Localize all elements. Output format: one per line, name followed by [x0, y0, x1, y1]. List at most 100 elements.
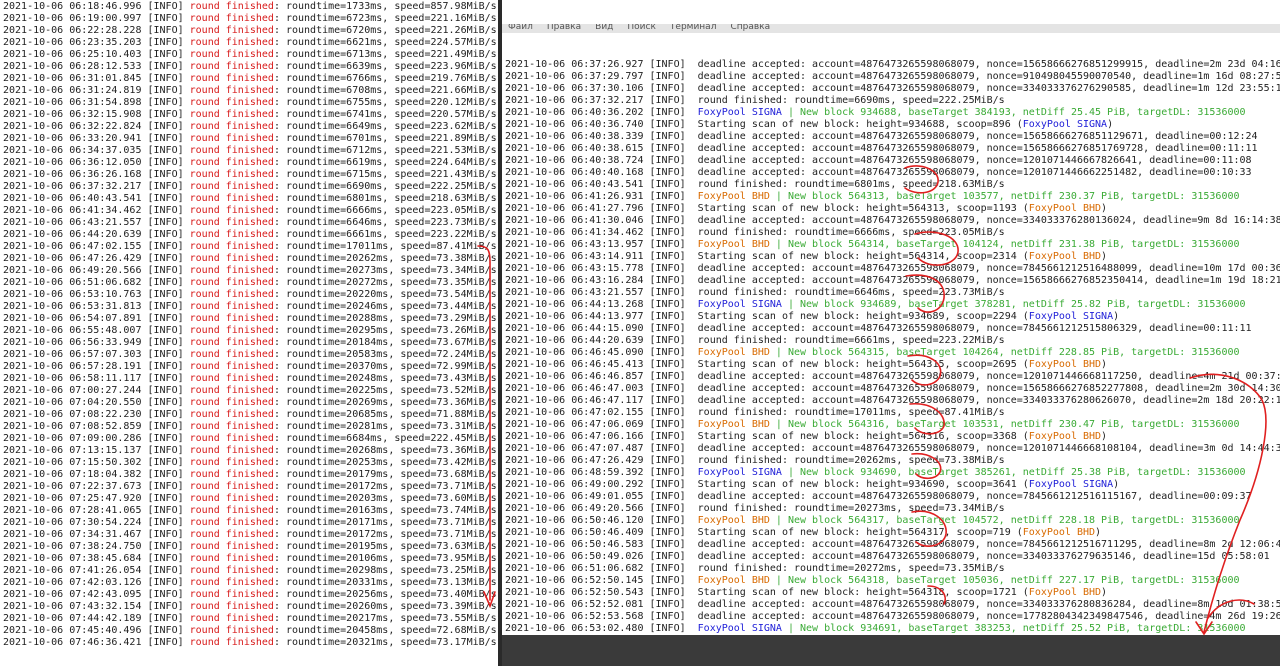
- pool-name: FoxyPool BHD: [697, 347, 770, 358]
- right-terminal-window[interactable]: Файл Правка Вид Поиск Терминал Справка 2021-1…: [502, 0, 1280, 635]
- log-line: 2021-10-06 06:44:20.639 [INFO] round fin…: [505, 335, 1280, 347]
- log-line: 2021-10-06 06:33:20.941 [INFO] round fin…: [3, 133, 498, 145]
- round-finished-label: round finished: [189, 289, 274, 300]
- log-details: : roundtime=20583ms, speed=72.24MiB/s: [273, 349, 497, 360]
- round-finished-label: round finished: [189, 541, 274, 552]
- round-finished-label: round finished: [189, 277, 274, 288]
- log-prefix: 2021-10-06 07:43:32.154 [INFO]: [3, 601, 190, 612]
- round-finished-label: round finished: [189, 433, 274, 444]
- round-finished-label: round finished: [189, 181, 274, 192]
- new-block-info: | New block 564318, baseTarget 105036, n…: [769, 575, 1240, 586]
- round-finished-label: round finished: [189, 169, 274, 180]
- log-prefix: 2021-10-06 06:31:54.898 [INFO]: [3, 97, 190, 108]
- log-details: : roundtime=6755ms, speed=220.12MiB/s: [273, 97, 497, 108]
- log-prefix: 2021-10-06 06:51:06.682 [INFO]: [3, 277, 190, 288]
- pool-name: FoxyPool BHD: [697, 575, 770, 586]
- log-text: 2021-10-06 06:40:38.615 [INFO] deadline …: [505, 143, 1258, 154]
- menu-item[interactable]: Поиск: [627, 24, 656, 32]
- round-finished-label: round finished: [189, 505, 274, 516]
- pool-name: FoxyPool SIGNA: [1022, 119, 1108, 130]
- log-text: 2021-10-06 06:47:07.487 [INFO] deadline …: [505, 443, 1280, 454]
- log-prefix: 2021-10-06 07:18:04.382 [INFO]: [3, 469, 190, 480]
- left-terminal-log[interactable]: 2021-10-06 06:18:46.996 [INFO] round fin…: [0, 0, 498, 666]
- log-line: 2021-10-06 06:46:46.857 [INFO] deadline …: [505, 371, 1280, 383]
- log-text: 2021-10-06 06:52:53.568 [INFO] deadline …: [505, 611, 1280, 622]
- round-finished-label: round finished: [189, 157, 274, 168]
- pool-name: FoxyPool BHD: [1028, 203, 1102, 214]
- log-line: 2021-10-06 06:40:40.168 [INFO] deadline …: [505, 167, 1280, 179]
- log-line: 2021-10-06 07:46:36.421 [INFO] round fin…: [3, 637, 498, 649]
- log-line: 2021-10-06 07:18:04.382 [INFO] round fin…: [3, 469, 498, 481]
- log-prefix: 2021-10-06 06:37:32.217 [INFO]: [3, 181, 190, 192]
- log-line: 2021-10-06 06:56:33.949 [INFO] round fin…: [3, 337, 498, 349]
- log-details: : roundtime=6741ms, speed=220.57MiB/s: [273, 109, 497, 120]
- menu-item[interactable]: Вид: [595, 24, 613, 32]
- right-terminal-log[interactable]: 2021-10-06 06:37:26.927 [INFO] deadline …: [502, 57, 1280, 635]
- round-finished-label: round finished: [189, 37, 274, 48]
- menu-item[interactable]: Справка: [730, 24, 770, 32]
- log-text: 2021-10-06 06:46:47.117 [INFO] deadline …: [505, 395, 1280, 406]
- log-line: 2021-10-06 06:40:38.615 [INFO] deadline …: [505, 143, 1280, 155]
- log-prefix: 2021-10-06 07:42:03.126 [INFO]: [3, 577, 190, 588]
- round-finished-label: round finished: [189, 469, 274, 480]
- menu-item[interactable]: Правка: [547, 24, 581, 32]
- new-block-info: | New block 564317, baseTarget 104572, n…: [769, 515, 1240, 526]
- round-finished-label: round finished: [189, 457, 274, 468]
- log-line: 2021-10-06 07:28:41.065 [INFO] round fin…: [3, 505, 498, 517]
- log-text: 2021-10-06 06:43:21.557 [INFO] round fin…: [505, 287, 1005, 298]
- new-block-info: | New block 564314, baseTarget 104124, n…: [769, 239, 1240, 250]
- round-finished-label: round finished: [189, 517, 274, 528]
- round-finished-label: round finished: [189, 301, 274, 312]
- round-finished-label: round finished: [189, 325, 274, 336]
- log-line: 2021-10-06 07:42:03.126 [INFO] round fin…: [3, 577, 498, 589]
- log-line: 2021-10-06 07:44:42.189 [INFO] round fin…: [3, 613, 498, 625]
- log-line: 2021-10-06 06:43:14.911 [INFO] Starting …: [505, 251, 1280, 263]
- log-prefix: 2021-10-06 07:45:40.496 [INFO]: [3, 625, 190, 636]
- log-line: 2021-10-06 06:41:34.462 [INFO] round fin…: [3, 205, 498, 217]
- round-finished-label: round finished: [189, 241, 274, 252]
- log-line: 2021-10-06 06:41:30.046 [INFO] deadline …: [505, 215, 1280, 227]
- log-line: 2021-10-06 06:44:13.977 [INFO] Starting …: [505, 311, 1280, 323]
- log-line: 2021-10-06 06:40:43.541 [INFO] round fin…: [3, 193, 498, 205]
- log-details: : roundtime=6766ms, speed=219.76MiB/s: [273, 73, 497, 84]
- menu-item[interactable]: Файл: [508, 24, 533, 32]
- log-text: 2021-10-06 06:44:20.639 [INFO] round fin…: [505, 335, 1005, 346]
- log-text: 2021-10-06 06:40:43.541 [INFO] round fin…: [505, 179, 1005, 190]
- log-line: 2021-10-06 06:40:38.339 [INFO] deadline …: [505, 131, 1280, 143]
- log-line: 2021-10-06 06:46:47.003 [INFO] deadline …: [505, 383, 1280, 395]
- log-line: 2021-10-06 06:43:13.957 [INFO] FoxyPool …: [505, 239, 1280, 251]
- log-details: : roundtime=6715ms, speed=221.43MiB/s: [273, 169, 497, 180]
- scan-text: 2021-10-06 06:43:14.911 [INFO] Starting …: [505, 251, 1029, 262]
- log-line: 2021-10-06 06:55:48.007 [INFO] round fin…: [3, 325, 498, 337]
- log-line: 2021-10-06 06:28:12.533 [INFO] round fin…: [3, 61, 498, 73]
- log-line: 2021-10-06 06:52:50.543 [INFO] Starting …: [505, 587, 1280, 599]
- log-line: 2021-10-06 06:44:15.090 [INFO] deadline …: [505, 323, 1280, 335]
- menu-item[interactable]: Терминал: [670, 24, 717, 32]
- log-text: 2021-10-06 06:40:40.168 [INFO] deadline …: [505, 167, 1252, 178]
- new-block-info: | New block 564315, baseTarget 104264, n…: [769, 347, 1240, 358]
- scan-close: ): [1107, 119, 1114, 130]
- log-text: 2021-10-06 06:37:29.797 [INFO] deadline …: [505, 71, 1280, 82]
- round-finished-label: round finished: [189, 361, 274, 372]
- log-text: 2021-10-06 06:44:15.090 [INFO] deadline …: [505, 323, 1252, 334]
- log-prefix: 2021-10-06 06:18:46.996 [INFO]: [3, 1, 190, 12]
- round-finished-label: round finished: [189, 109, 274, 120]
- log-details: : roundtime=20281ms, speed=73.31MiB/s: [273, 421, 497, 432]
- log-prefix: 2021-10-06 06:32:22.824 [INFO]: [3, 121, 190, 132]
- round-finished-label: round finished: [189, 421, 274, 432]
- scan-text: 2021-10-06 06:44:13.977 [INFO] Starting …: [505, 311, 1029, 322]
- round-finished-label: round finished: [189, 13, 274, 24]
- log-line: 2021-10-06 06:44:20.639 [INFO] round fin…: [3, 229, 498, 241]
- log-prefix: 2021-10-06 07:41:26.054 [INFO]: [3, 565, 190, 576]
- scan-close: ): [1095, 527, 1102, 538]
- log-prefix: 2021-10-06 06:31:24.819 [INFO]: [3, 85, 190, 96]
- new-block-info: | New block 934691, baseTarget 383253, n…: [781, 623, 1246, 634]
- pool-name: FoxyPool BHD: [1028, 431, 1102, 442]
- log-line: 2021-10-06 06:41:27.796 [INFO] Starting …: [505, 203, 1280, 215]
- log-text: 2021-10-06 06:51:06.682 [INFO] round fin…: [505, 563, 1005, 574]
- log-line: 2021-10-06 06:54:07.891 [INFO] round fin…: [3, 313, 498, 325]
- new-block-info: | New block 934689, baseTarget 378281, n…: [781, 299, 1246, 310]
- log-prefix: 2021-10-06 06:40:43.541 [INFO]: [3, 193, 190, 204]
- desktop-background: [502, 635, 1280, 666]
- log-prefix: 2021-10-06 07:34:31.467 [INFO]: [3, 529, 190, 540]
